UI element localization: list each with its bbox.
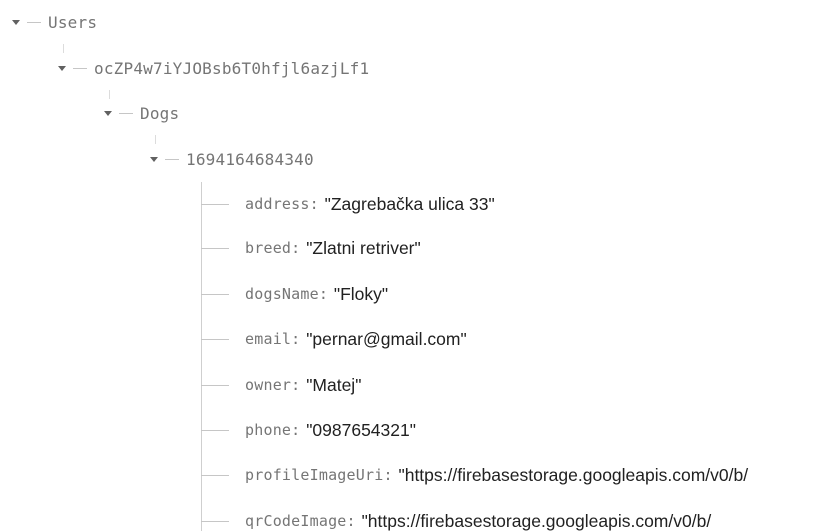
field-value[interactable]: "https://firebasestorage.googleapis.com/… <box>399 465 749 486</box>
field-value[interactable]: "Zagrebačka ulica 33" <box>325 194 495 215</box>
node-key[interactable]: Dogs <box>140 104 179 123</box>
tree-connector <box>109 90 110 99</box>
expand-caret-icon[interactable] <box>150 157 158 162</box>
field-value[interactable]: "Zlatni retriver" <box>306 238 421 259</box>
field-value[interactable]: "pernar@gmail.com" <box>306 329 467 350</box>
node-key[interactable]: ocZP4w7iYJOBsb6T0hfjl6azjLf1 <box>94 59 369 78</box>
field-colon: : <box>291 239 301 257</box>
tree-node-users[interactable]: Users <box>12 10 97 34</box>
tree-branch-line <box>201 474 229 476</box>
field-row-phone[interactable]: phone: "0987654321" <box>201 418 416 442</box>
field-row-email[interactable]: email: "pernar@gmail.com" <box>201 327 467 351</box>
field-colon: : <box>346 512 356 530</box>
field-key[interactable]: address <box>245 195 310 213</box>
tree-branch-line <box>73 67 87 69</box>
field-row-profileimageuri[interactable]: profileImageUri: "https://firebasestorage… <box>201 463 748 487</box>
expand-caret-icon[interactable] <box>104 111 112 116</box>
expand-caret-icon[interactable] <box>58 66 66 71</box>
field-colon: : <box>291 421 301 439</box>
expand-caret-icon[interactable] <box>12 20 20 25</box>
field-row-dogsname[interactable]: dogsName: "Floky" <box>201 282 388 306</box>
tree-node-dogs[interactable]: Dogs <box>104 101 179 125</box>
tree-branch-line <box>201 247 229 249</box>
field-key[interactable]: profileImageUri <box>245 466 383 484</box>
field-colon: : <box>309 195 319 213</box>
field-colon: : <box>291 330 301 348</box>
node-key[interactable]: Users <box>48 13 97 32</box>
tree-node-user-id[interactable]: ocZP4w7iYJOBsb6T0hfjl6azjLf1 <box>58 56 369 80</box>
field-colon: : <box>383 466 393 484</box>
field-key[interactable]: qrCodeImage <box>245 512 347 530</box>
tree-branch-line <box>201 384 229 386</box>
tree-branch-line <box>201 293 229 295</box>
tree-branch-line <box>201 203 229 205</box>
tree-branch-line <box>201 338 229 340</box>
field-key[interactable]: email <box>245 330 291 348</box>
field-row-address[interactable]: address: "Zagrebačka ulica 33" <box>201 192 495 216</box>
field-key[interactable]: dogsName <box>245 285 319 303</box>
field-key[interactable]: breed <box>245 239 291 257</box>
field-colon: : <box>318 285 328 303</box>
field-colon: : <box>291 376 301 394</box>
field-value[interactable]: "Matej" <box>306 375 361 396</box>
database-tree: Users ocZP4w7iYJOBsb6T0hfjl6azjLf1 Dogs … <box>0 0 815 531</box>
field-key[interactable]: owner <box>245 376 291 394</box>
tree-branch-line <box>201 520 229 522</box>
tree-connector <box>155 135 156 144</box>
tree-branch-line <box>165 158 179 160</box>
tree-branch-line <box>201 429 229 431</box>
node-key[interactable]: 1694164684340 <box>186 150 314 169</box>
field-value[interactable]: "0987654321" <box>306 420 416 441</box>
tree-connector <box>63 44 64 53</box>
field-row-qrcodeimage[interactable]: qrCodeImage: "https://firebasestorage.goo… <box>201 509 711 531</box>
field-value[interactable]: "https://firebasestorage.googleapis.com/… <box>362 511 712 531</box>
tree-node-document[interactable]: 1694164684340 <box>150 147 314 171</box>
tree-branch-line <box>27 21 41 23</box>
tree-branch-line <box>119 112 133 114</box>
field-value[interactable]: "Floky" <box>334 284 388 305</box>
field-key[interactable]: phone <box>245 421 291 439</box>
field-row-breed[interactable]: breed: "Zlatni retriver" <box>201 236 421 260</box>
field-row-owner[interactable]: owner: "Matej" <box>201 373 361 397</box>
